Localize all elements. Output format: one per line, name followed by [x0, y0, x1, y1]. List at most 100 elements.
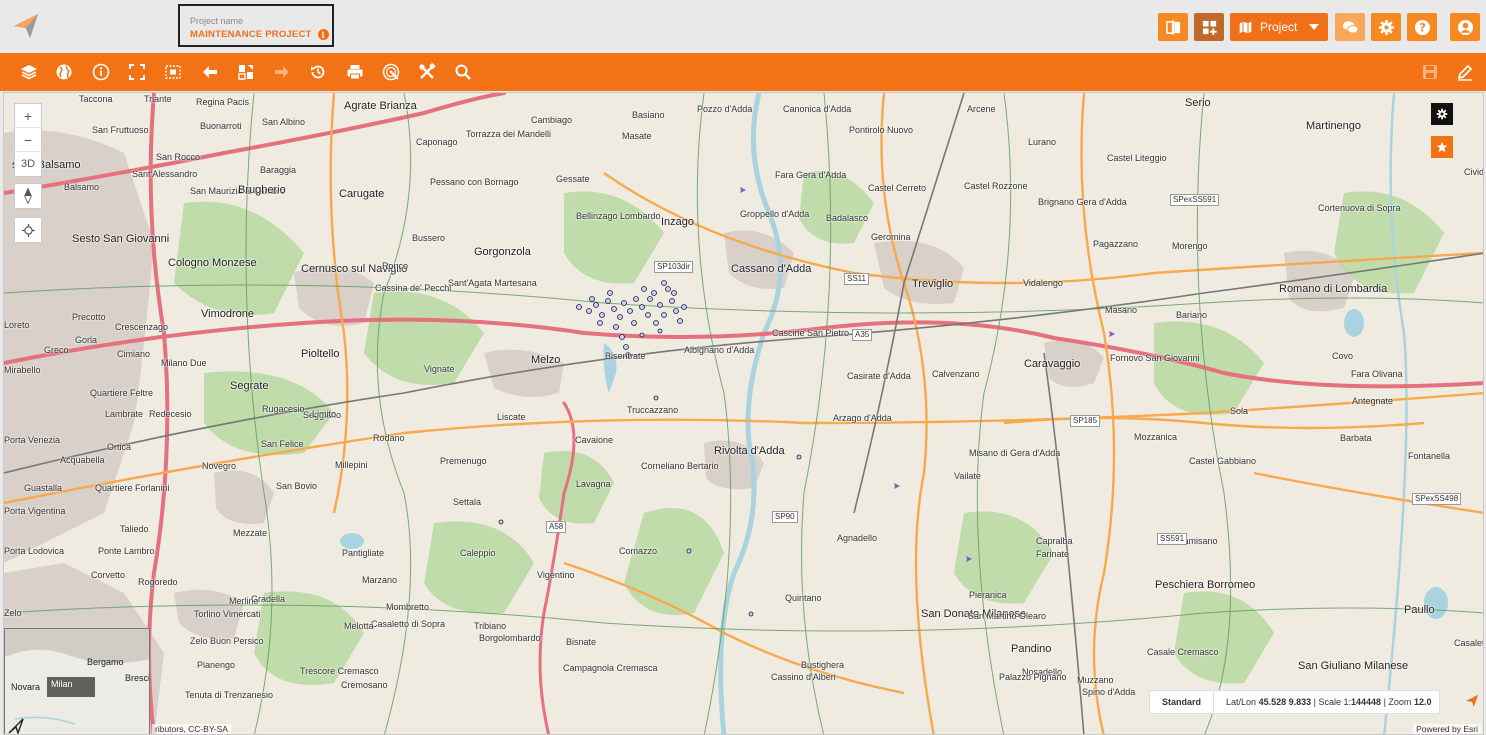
overview-label: Novara: [11, 682, 41, 692]
place-label: Millepini: [335, 460, 368, 470]
print-icon: [347, 65, 363, 80]
place-label: Torlino Vimercati: [194, 609, 261, 619]
svg-text:?: ?: [1419, 20, 1426, 34]
project-info-icon[interactable]: i: [317, 29, 329, 40]
place-label: Rivolta d'Adda: [714, 445, 785, 457]
chat-icon: [1342, 20, 1359, 34]
navigation-arrow-icon[interactable]: [8, 718, 24, 734]
place-label: Masate: [622, 131, 652, 141]
place-label: Casaletto di Sopra: [371, 619, 446, 629]
tools-button[interactable]: [418, 63, 436, 81]
back-arrow-icon: [203, 66, 217, 78]
place-label: Brignano Gera d'Adda: [1038, 197, 1127, 207]
place-label: Masano: [1105, 305, 1138, 315]
map-view[interactable]: Taccona Triante Regina Pacis Agrate Brianza…: [3, 92, 1484, 735]
select-area-button[interactable]: [164, 63, 182, 81]
project-name: MAINTENANCE PROJECT: [190, 29, 312, 40]
fullscreen-button[interactable]: [128, 63, 146, 81]
place-label: Agrate Brianza: [344, 100, 417, 112]
settings-button[interactable]: [1371, 13, 1401, 41]
radar-icon: [382, 63, 400, 81]
road-label: SP185: [1070, 415, 1101, 427]
place-label: Fara Gera d'Adda: [775, 170, 847, 180]
road-label: SPexSS498: [1412, 493, 1462, 505]
project-name-box[interactable]: Project name MAINTENANCE PROJECT i: [178, 4, 334, 47]
place-label: Brugherio: [238, 184, 286, 196]
place-label: Greco: [44, 345, 69, 355]
place-label: Spino d'Adda: [1082, 687, 1136, 697]
search-button[interactable]: [454, 63, 472, 81]
save-button[interactable]: [1421, 63, 1439, 81]
place-label: Zelo Buon Persico: [190, 636, 264, 646]
locate-control: [14, 217, 42, 243]
place-label: Mombretto: [386, 602, 430, 612]
place-label: Vigentino: [537, 570, 575, 580]
place-label: Arzago d'Adda: [833, 413, 892, 423]
map-status-bar: Standard Lat/Lon 45.528 9.833 | Scale 1:…: [1149, 690, 1441, 714]
place-label: Albignano d'Adda: [684, 345, 755, 355]
help-button[interactable]: ?: [1407, 13, 1437, 41]
help-icon: ?: [1414, 19, 1430, 35]
compare-button[interactable]: [1158, 13, 1188, 41]
place-label: Bisentrate: [605, 351, 646, 361]
place-label: Melzo: [531, 354, 561, 366]
zoom-control: + − 3D: [14, 103, 42, 177]
place-label: Lurano: [1028, 137, 1057, 147]
zoom-in-button[interactable]: +: [15, 104, 41, 128]
place-label: Tenuta di Trenzanesio: [185, 690, 274, 700]
forward-button[interactable]: [273, 63, 291, 81]
place-label: Crescenzago: [115, 322, 169, 332]
zoom-out-button[interactable]: −: [15, 128, 41, 152]
locate-button[interactable]: [15, 218, 41, 242]
place-label: Cascine San Pietro: [772, 328, 850, 338]
place-label: San Rocco: [156, 152, 201, 162]
back-button[interactable]: [201, 63, 219, 81]
place-label: Cavaione: [575, 435, 614, 445]
layers-button[interactable]: [20, 63, 38, 81]
save-icon: [1423, 65, 1437, 79]
project-dropdown[interactable]: Project: [1230, 13, 1328, 41]
tools-icon: [419, 63, 436, 79]
place-label: Quartiere Feltre: [90, 388, 154, 398]
app-logo[interactable]: [12, 12, 40, 40]
place-label: Carugate: [339, 188, 385, 200]
place-label: San Felice: [261, 439, 304, 449]
edit-button[interactable]: [1456, 63, 1474, 81]
map-settings-button[interactable]: [1431, 103, 1453, 125]
user-button[interactable]: [1450, 13, 1480, 41]
place-label: Covo: [1332, 351, 1354, 361]
attribution-esri[interactable]: Powered by Esri: [1413, 724, 1481, 734]
tiles-button[interactable]: [237, 63, 255, 81]
place-label: Paullo: [1404, 604, 1435, 616]
header: Project name MAINTENANCE PROJECT i Proje…: [0, 0, 1486, 53]
compass-button[interactable]: [15, 184, 41, 208]
logo-arrow-icon: [14, 14, 38, 38]
place-label: Pessano con Bornago: [430, 177, 519, 187]
chat-button[interactable]: [1335, 13, 1365, 41]
chevron-down-icon: [1309, 24, 1320, 30]
place-label: Settala: [453, 497, 482, 507]
place-label: Barbata: [1340, 433, 1372, 443]
print-button[interactable]: [346, 63, 364, 81]
history-button[interactable]: [309, 63, 327, 81]
place-label: Agnadello: [837, 533, 878, 543]
favorites-button[interactable]: [1431, 136, 1453, 158]
attribution-osm[interactable]: ributors, CC-BY-SA: [152, 724, 231, 734]
add-widget-button[interactable]: [1194, 13, 1224, 41]
place-label: Vidalengo: [1023, 278, 1063, 288]
globe-button[interactable]: [55, 63, 73, 81]
info-button[interactable]: [92, 63, 110, 81]
place-label: Gradella: [251, 594, 286, 604]
place-label: Liscate: [497, 412, 526, 422]
map-icon: [1239, 21, 1252, 33]
basemap-name[interactable]: Standard: [1150, 691, 1215, 713]
overview-map[interactable]: Bergamo Novara Milan Bresci: [4, 628, 150, 734]
place-label: Lavagna: [576, 479, 611, 489]
place-label: San Albino: [262, 117, 306, 127]
compass-icon: [24, 187, 32, 205]
select-area-icon: [165, 65, 181, 79]
3d-toggle-button[interactable]: 3D: [15, 152, 41, 176]
place-label: Taliedo: [120, 524, 149, 534]
place-label: Misano di Gera d'Adda: [969, 448, 1061, 458]
radar-button[interactable]: [382, 63, 400, 81]
